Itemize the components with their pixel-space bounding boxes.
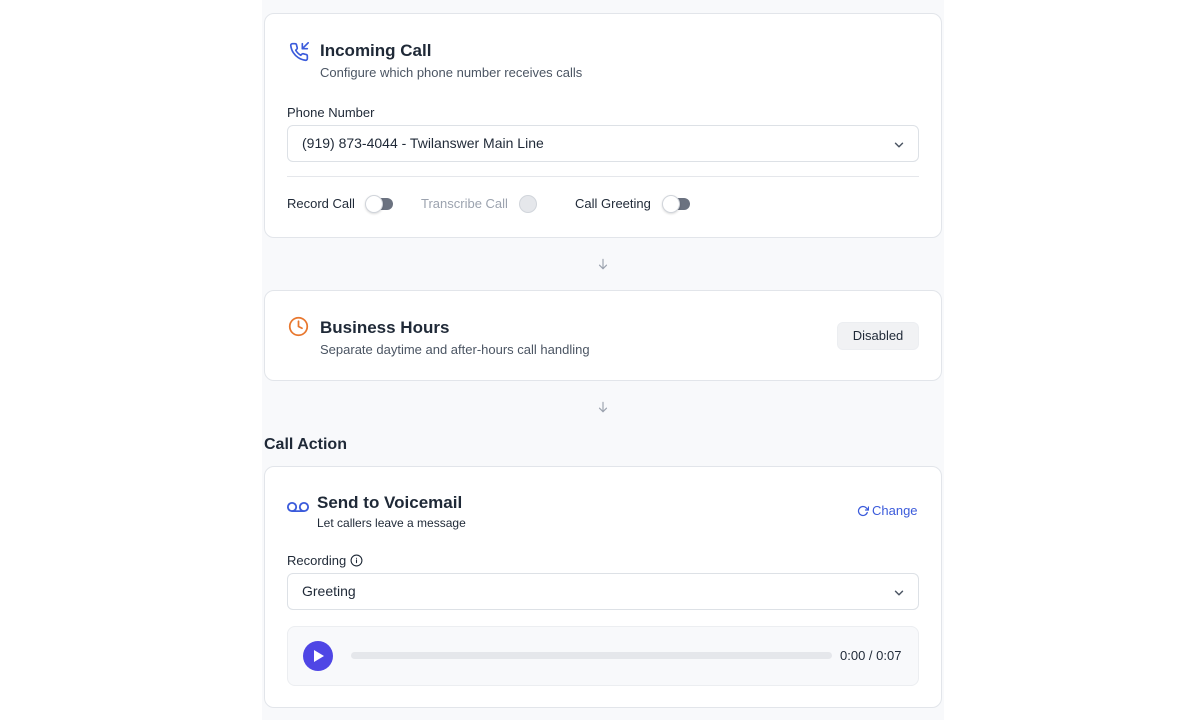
phone-incoming-icon: [289, 42, 309, 62]
phone-number-value: (919) 873-4044 - Twilanswer Main Line: [302, 135, 544, 151]
divider: [287, 176, 919, 177]
record-call-toggle[interactable]: [365, 195, 393, 213]
chevron-down-icon: [894, 142, 904, 148]
audio-player: 0:00 / 0:07: [287, 626, 919, 686]
refresh-icon: [857, 505, 869, 516]
transcribe-call-toggle: [515, 195, 541, 213]
info-icon[interactable]: [350, 554, 363, 567]
arrow-down-icon: [598, 401, 608, 413]
voicemail-card: Send to Voicemail Let callers leave a me…: [264, 466, 942, 708]
incoming-call-title: Incoming Call: [320, 41, 432, 60]
phone-number-select[interactable]: (919) 873-4044 - Twilanswer Main Line: [287, 125, 919, 162]
business-hours-status-badge[interactable]: Disabled: [837, 322, 919, 350]
voicemail-subtitle: Let callers leave a message: [317, 516, 466, 530]
recording-label-row: Recording: [287, 553, 363, 568]
business-hours-title: Business Hours: [320, 318, 450, 337]
recording-select[interactable]: Greeting: [287, 573, 919, 610]
recording-label: Recording: [287, 553, 347, 568]
voicemail-icon: [287, 501, 309, 513]
incoming-call-card: Incoming Call Configure which phone numb…: [264, 13, 942, 238]
audio-progress-track[interactable]: [351, 652, 832, 659]
transcribe-call-label: Transcribe Call: [421, 196, 508, 211]
chevron-down-icon: [894, 590, 904, 596]
play-icon: [314, 650, 324, 662]
change-label: Change: [872, 503, 918, 518]
change-button[interactable]: Change: [857, 503, 918, 518]
call-greeting-label: Call Greeting: [575, 196, 651, 211]
record-call-label: Record Call: [287, 196, 355, 211]
voicemail-title: Send to Voicemail: [317, 493, 463, 512]
call-greeting-toggle[interactable]: [662, 195, 690, 213]
clock-icon: [288, 316, 309, 337]
recording-value: Greeting: [302, 583, 356, 599]
phone-number-label: Phone Number: [287, 105, 375, 120]
call-action-heading: Call Action: [264, 436, 347, 453]
arrow-down-icon: [598, 258, 608, 270]
incoming-call-subtitle: Configure which phone number receives ca…: [320, 65, 583, 80]
business-hours-card: Business Hours Separate daytime and afte…: [264, 290, 942, 381]
audio-time: 0:00 / 0:07: [840, 648, 902, 663]
business-hours-subtitle: Separate daytime and after-hours call ha…: [320, 342, 590, 357]
play-button[interactable]: [303, 641, 333, 671]
